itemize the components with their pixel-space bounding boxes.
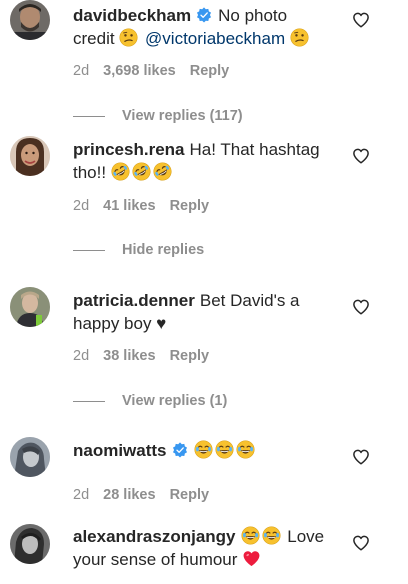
avatar-image [10, 0, 50, 40]
avatar-image [10, 437, 50, 477]
tears-of-joy-emoji-icon [236, 440, 255, 459]
like-heart-icon[interactable] [352, 298, 370, 316]
comment-time[interactable]: 2d [73, 487, 89, 503]
comment-username[interactable]: princesh.rena [73, 140, 185, 159]
avatar[interactable] [10, 437, 50, 477]
comment-text: davidbeckham No photo credit @victoriabec… [73, 4, 343, 50]
comment-time[interactable]: 2d [73, 348, 89, 364]
comment-body-part2: your sense of humour [73, 550, 238, 569]
like-heart-icon[interactable] [352, 534, 370, 552]
reply-button[interactable]: Reply [170, 487, 210, 503]
replies-divider-line [73, 400, 105, 402]
reply-button[interactable]: Reply [170, 348, 210, 364]
avatar[interactable] [10, 287, 50, 327]
view-replies-label[interactable]: View replies (117) [122, 108, 243, 124]
mention-link[interactable]: @victoriabeckham [145, 29, 285, 48]
like-heart-icon[interactable] [352, 448, 370, 466]
view-replies-toggle[interactable]: View replies (1) [73, 391, 227, 411]
reply-button[interactable]: Reply [190, 63, 230, 79]
comment-username[interactable]: alexandraszonjangy [73, 527, 236, 546]
comment-time[interactable]: 2d [73, 198, 89, 214]
comment-username[interactable]: davidbeckham [73, 6, 191, 25]
rofl-emoji-icon [111, 162, 130, 181]
tears-of-joy-emoji-icon [215, 440, 234, 459]
tears-of-joy-emoji-icon [262, 526, 281, 545]
comment-body-part1: Love [287, 527, 325, 546]
avatar-image [10, 287, 50, 327]
comment-meta: 2d 28 likes Reply [73, 487, 343, 503]
like-count[interactable]: 3,698 likes [103, 63, 176, 79]
comment-text: princesh.rena Ha! That hashtag tho!! [73, 138, 343, 184]
avatar-image [10, 524, 50, 564]
tears-of-joy-emoji-icon [241, 526, 260, 545]
comment-body-part2: credit [73, 29, 115, 48]
like-count[interactable]: 28 likes [103, 487, 155, 503]
like-heart-icon[interactable] [352, 147, 370, 165]
avatar[interactable] [10, 0, 50, 40]
rofl-emoji-icon [153, 162, 172, 181]
avatar-image [10, 136, 50, 176]
comment-body-part1: No photo [218, 6, 288, 25]
comment-text: patricia.denner Bet David's a happy boy ♥ [73, 289, 343, 335]
view-replies-label[interactable]: View replies (1) [122, 393, 227, 409]
reply-button[interactable]: Reply [170, 198, 210, 214]
hide-replies-toggle[interactable]: Hide replies [73, 240, 204, 260]
like-count[interactable]: 41 likes [103, 198, 155, 214]
comment-username[interactable]: patricia.denner [73, 291, 195, 310]
like-count[interactable]: 38 likes [103, 348, 155, 364]
hide-replies-label[interactable]: Hide replies [122, 242, 204, 258]
comment-text: alexandraszonjangy Love your sense of hu… [73, 525, 363, 571]
confused-face-emoji-icon [290, 28, 309, 47]
tears-of-joy-emoji-icon [194, 440, 213, 459]
verified-badge-icon [172, 442, 188, 458]
comment-meta: 2d 38 likes Reply [73, 348, 343, 364]
red-heart-emoji-icon [242, 549, 261, 568]
view-replies-toggle[interactable]: View replies (117) [73, 106, 243, 126]
like-heart-icon[interactable] [352, 11, 370, 29]
avatar[interactable] [10, 136, 50, 176]
rofl-emoji-icon [132, 162, 151, 181]
comment-text: naomiwatts [73, 439, 343, 462]
verified-badge-icon [196, 7, 212, 23]
confused-face-emoji-icon [119, 28, 138, 47]
comment-time[interactable]: 2d [73, 63, 89, 79]
avatar[interactable] [10, 524, 50, 564]
comment-username[interactable]: naomiwatts [73, 441, 167, 460]
comment-meta: 2d 41 likes Reply [73, 198, 343, 214]
replies-divider-line [73, 115, 105, 117]
comment-meta: 2d 3,698 likes Reply [73, 63, 343, 79]
replies-divider-line [73, 249, 105, 251]
